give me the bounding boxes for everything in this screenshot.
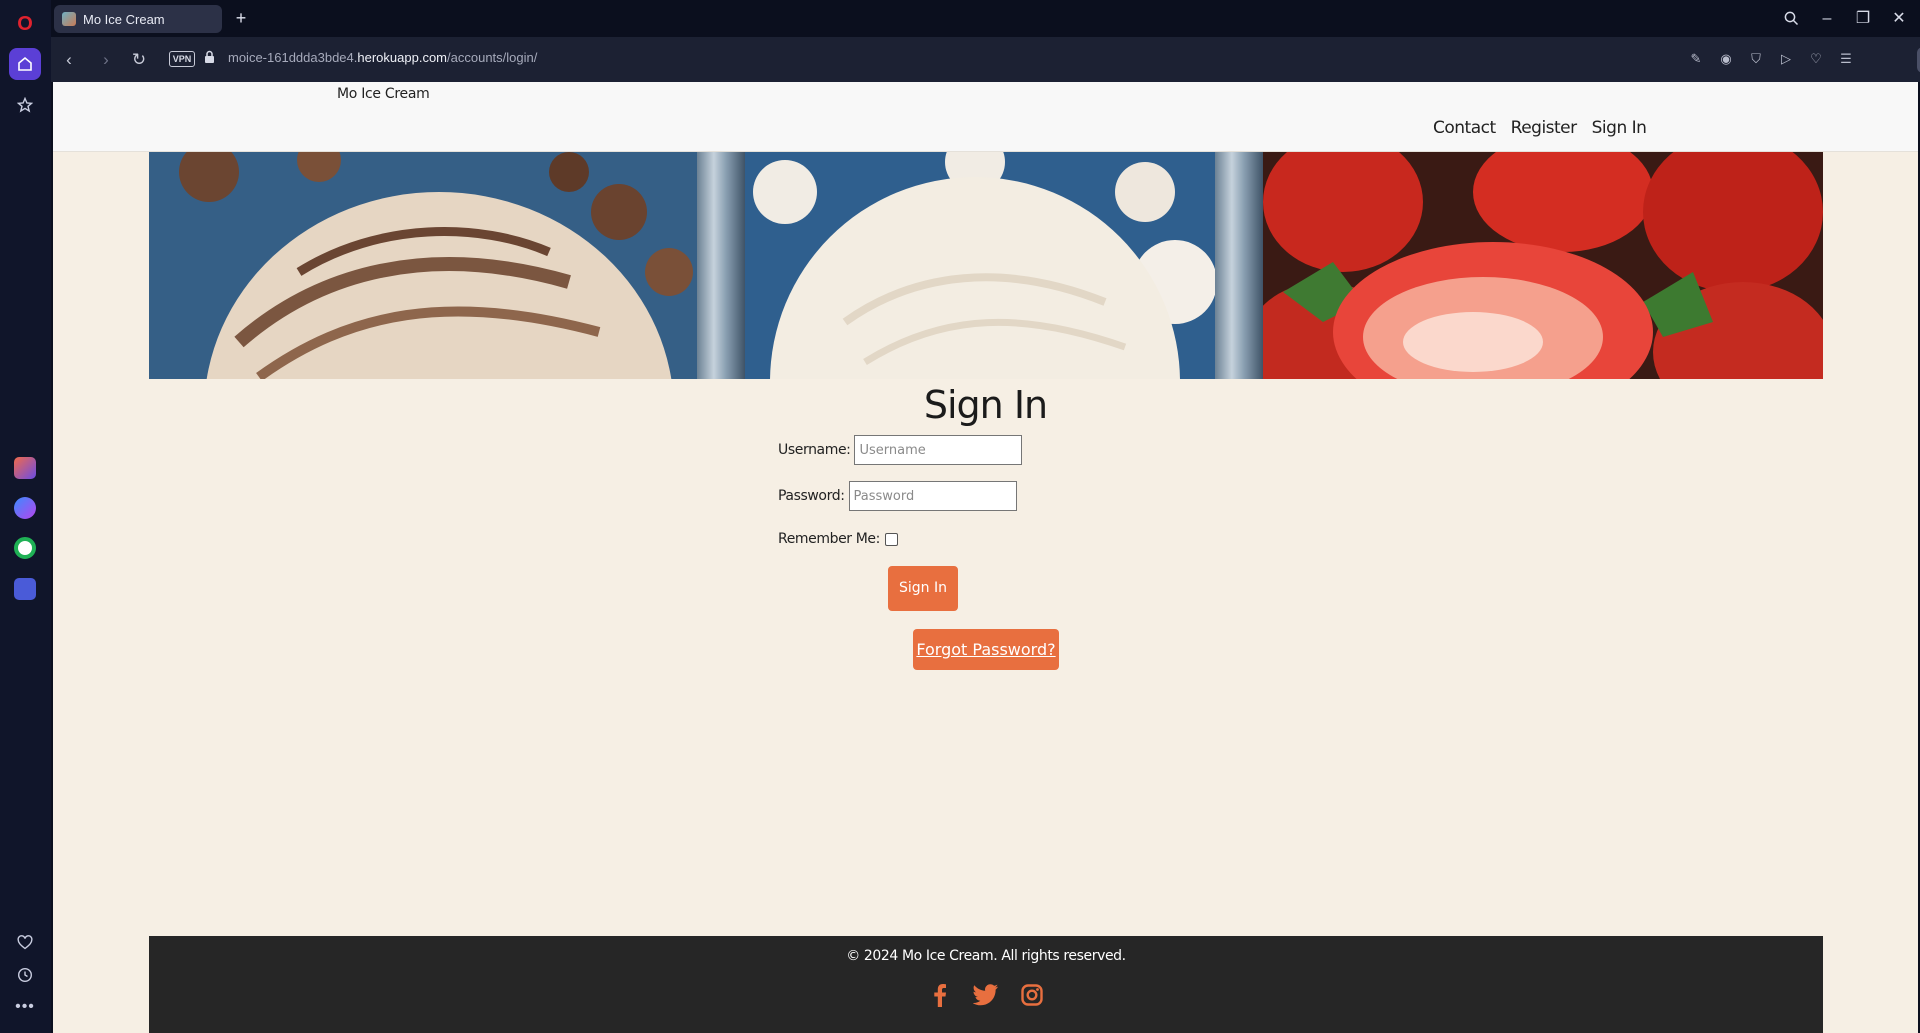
url-field[interactable]: moice-161ddda3bde4.herokuapp.com/account…	[228, 50, 537, 65]
aria-icon[interactable]	[9, 452, 41, 484]
music-player-icon[interactable]	[9, 573, 41, 605]
nav-sign-in[interactable]: Sign In	[1592, 118, 1647, 138]
vpn-badge[interactable]: VPN	[169, 51, 195, 67]
remember-label: Remember Me:	[778, 531, 880, 547]
tab-bar: Mo Ice Cream + – ❐ ✕	[51, 0, 1920, 37]
forgot-password-button[interactable]: Forgot Password?	[913, 629, 1059, 670]
chocolate-swirl-tile	[149, 152, 714, 379]
page-viewport: Mo Ice Cream Contact Register Sign In Si…	[53, 82, 1918, 1033]
opera-logo-icon[interactable]: O	[9, 8, 41, 40]
whatsapp-icon[interactable]	[9, 532, 41, 564]
reload-icon[interactable]: ↻	[126, 47, 152, 73]
forward-icon[interactable]: ›	[93, 47, 119, 73]
page-title: Sign In	[923, 383, 1048, 427]
messenger-icon[interactable]	[9, 492, 41, 524]
tray-divider	[1215, 152, 1263, 379]
home-icon[interactable]	[9, 48, 41, 80]
restore-icon[interactable]: ❐	[1851, 7, 1875, 31]
facebook-icon[interactable]	[927, 982, 953, 1008]
edit-icon[interactable]: ✎	[1685, 48, 1707, 70]
password-label: Password:	[778, 488, 845, 504]
address-bar-row: ‹ › ↻ VPN moice-161ddda3bde4.herokuapp.c…	[51, 37, 1920, 82]
tab-mo-ice-cream[interactable]: Mo Ice Cream	[54, 5, 222, 33]
main-nav: Contact Register Sign In	[1433, 118, 1647, 138]
ice-cream-banner-image	[149, 152, 1823, 379]
password-input[interactable]	[848, 481, 1017, 511]
shield-icon[interactable]: ⛉	[1745, 48, 1767, 70]
username-row: Username:	[778, 435, 1023, 465]
remember-row: Remember Me:	[778, 531, 898, 547]
url-prefix: moice-161ddda3bde4.	[228, 50, 358, 65]
close-window-icon[interactable]: ✕	[1887, 7, 1911, 31]
search-icon[interactable]	[1779, 7, 1803, 31]
site-header: Mo Ice Cream Contact Register Sign In	[53, 82, 1918, 152]
minimize-icon[interactable]: –	[1815, 7, 1839, 31]
remember-me-checkbox[interactable]	[884, 532, 898, 546]
username-label: Username:	[778, 442, 851, 458]
speed-dial-icon[interactable]	[9, 89, 41, 121]
back-icon[interactable]: ‹	[56, 47, 82, 73]
brand-link[interactable]: Mo Ice Cream	[337, 86, 430, 102]
nav-register[interactable]: Register	[1511, 118, 1578, 138]
url-path: /accounts/login/	[447, 50, 538, 65]
menu-icon[interactable]: ☰	[1835, 48, 1857, 70]
camera-icon[interactable]: ◉	[1715, 48, 1737, 70]
heart-icon[interactable]	[9, 926, 41, 958]
copyright-text: © 2024 Mo Ice Cream. All rights reserved…	[846, 948, 1126, 964]
tab-favicon-icon	[62, 12, 76, 26]
username-input[interactable]	[854, 435, 1023, 465]
more-icon[interactable]: •••	[9, 991, 41, 1023]
nav-contact[interactable]: Contact	[1433, 118, 1496, 138]
browser-sidebar: O •••	[0, 0, 51, 1033]
site-footer: © 2024 Mo Ice Cream. All rights reserved…	[149, 936, 1823, 1033]
tray-divider	[697, 152, 745, 379]
lock-icon[interactable]	[204, 50, 215, 64]
twitter-icon[interactable]	[973, 982, 999, 1008]
instagram-icon[interactable]	[1019, 982, 1045, 1008]
new-tab-button[interactable]: +	[230, 8, 252, 30]
vanilla-tile	[745, 152, 1232, 379]
social-links	[149, 982, 1823, 1008]
password-row: Password:	[778, 481, 1017, 511]
send-icon[interactable]: ▷	[1775, 48, 1797, 70]
tab-title: Mo Ice Cream	[83, 11, 165, 27]
url-host: herokuapp.com	[357, 50, 448, 65]
history-icon[interactable]	[9, 959, 41, 991]
sign-in-button[interactable]: Sign In	[888, 566, 958, 611]
bookmark-heart-icon[interactable]: ♡	[1805, 48, 1827, 70]
strawberry-tile	[1243, 152, 1823, 379]
